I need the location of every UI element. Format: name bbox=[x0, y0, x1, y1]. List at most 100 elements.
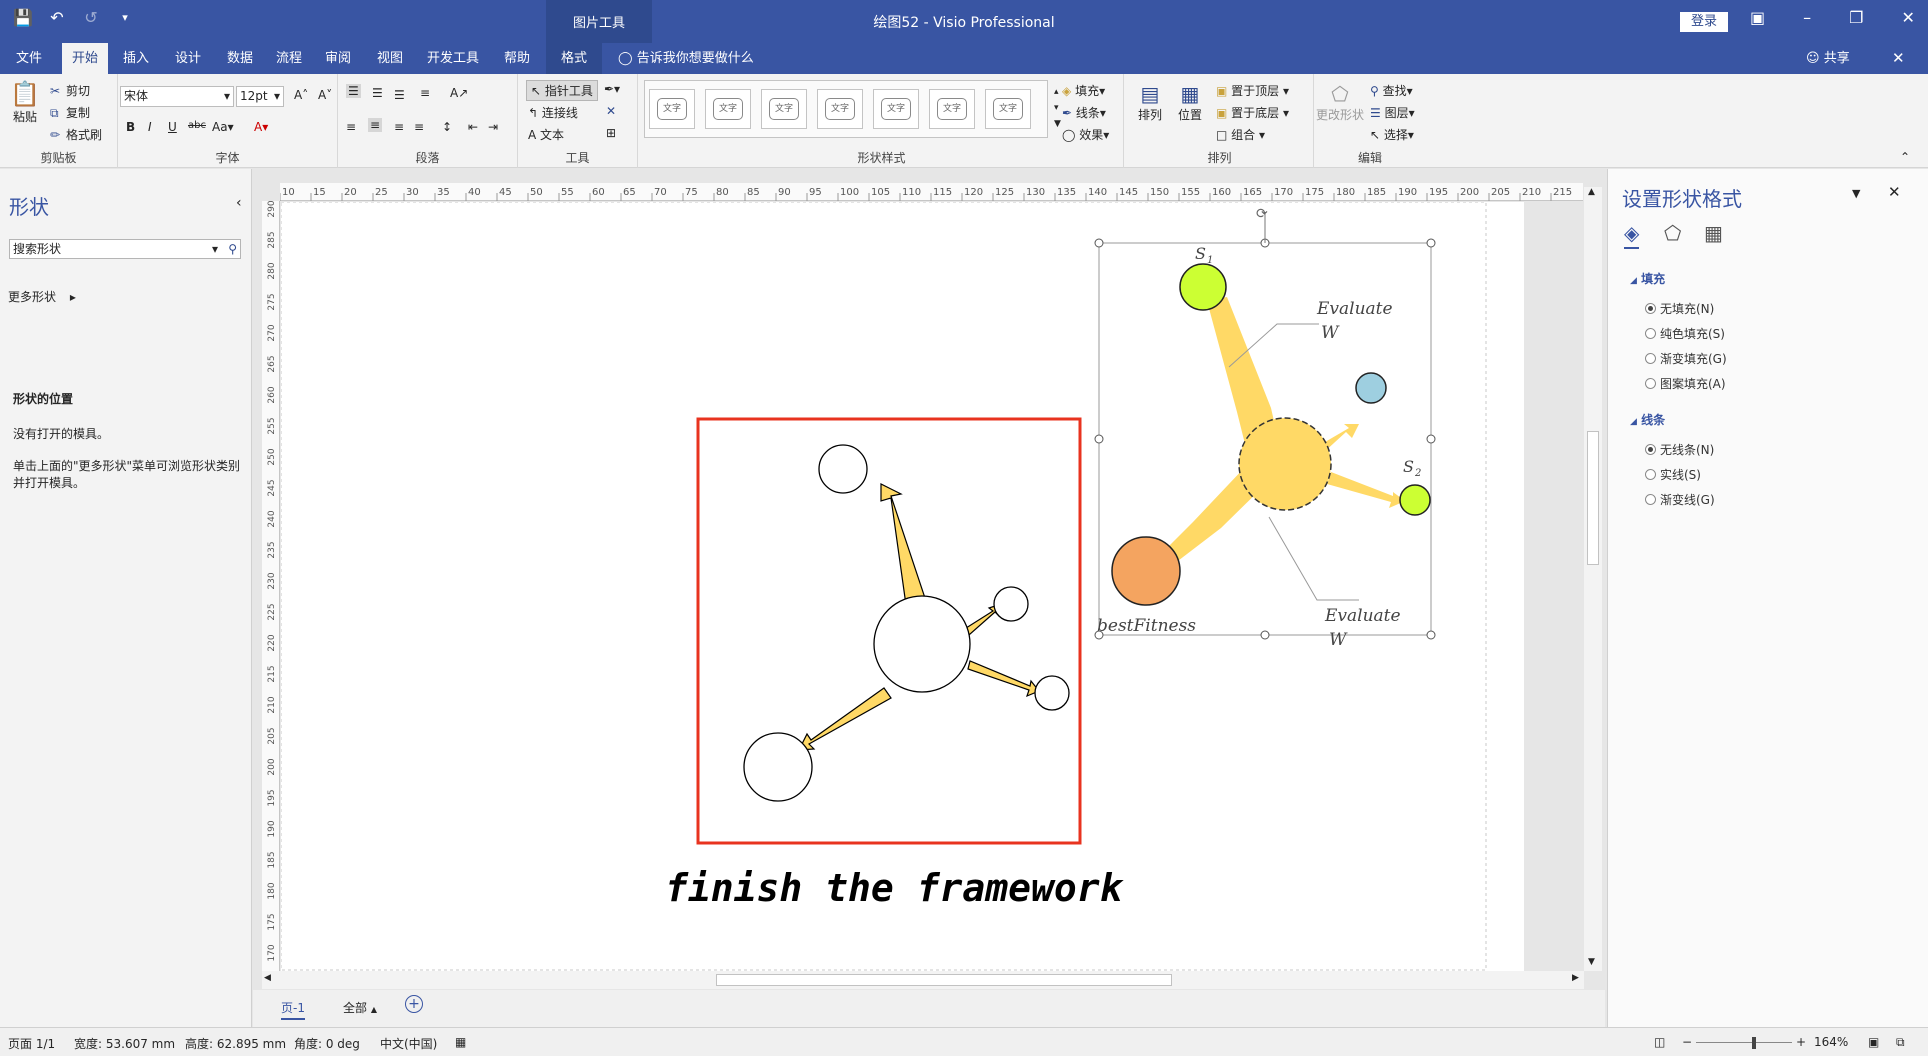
decrease-indent-icon[interactable]: ⇤ bbox=[468, 120, 478, 134]
effect-button[interactable]: ◯ 效果▾ bbox=[1062, 126, 1109, 143]
collapse-ribbon-icon[interactable]: ⌃ bbox=[1900, 150, 1910, 164]
format-painter-button[interactable]: ✏ 格式刷 bbox=[50, 126, 102, 143]
close-icon[interactable]: ✕ bbox=[1901, 8, 1914, 27]
line-button[interactable]: ✒ 线条▾ bbox=[1062, 104, 1106, 121]
radio-gradient-line[interactable]: 渐变线(G) bbox=[1645, 491, 1715, 508]
vertical-scrollbar[interactable]: ▲ ▼ bbox=[1584, 187, 1602, 971]
tab-view[interactable]: 视图 bbox=[366, 43, 414, 74]
page-tab-1[interactable]: 页-1 bbox=[281, 999, 305, 1020]
position-button[interactable]: ▦ 位置 bbox=[1172, 82, 1208, 123]
tab-format[interactable]: 格式 bbox=[546, 43, 602, 74]
pointer-tool-button[interactable]: ↖ 指针工具 bbox=[526, 80, 598, 101]
line-spacing-icon[interactable]: ↕ bbox=[442, 120, 452, 134]
cut-button[interactable]: ✂ 剪切 bbox=[50, 82, 90, 99]
align-middle-icon[interactable]: ☰ bbox=[372, 86, 383, 100]
zoom-level[interactable]: 164% bbox=[1814, 1035, 1848, 1049]
status-language[interactable]: 中文(中国) bbox=[380, 1035, 437, 1052]
radio-solid-fill[interactable]: 纯色填充(S) bbox=[1645, 325, 1725, 342]
size-properties-tab-icon[interactable]: ▦ bbox=[1704, 221, 1723, 245]
align-bottom-icon[interactable]: ☰ bbox=[394, 88, 405, 102]
text-direction-icon[interactable]: A↗ bbox=[450, 86, 468, 100]
close-pane-icon[interactable]: ✕ bbox=[1888, 183, 1901, 201]
resize-handle[interactable] bbox=[1426, 630, 1436, 640]
crop-icon[interactable]: ⊞ bbox=[606, 126, 616, 140]
tab-design[interactable]: 设计 bbox=[164, 43, 212, 74]
fit-page-icon[interactable]: ▣ bbox=[1868, 1035, 1879, 1049]
italic-icon[interactable]: I bbox=[148, 120, 152, 134]
find-button[interactable]: ⚲ 查找▾ bbox=[1370, 82, 1413, 99]
group-button[interactable]: □ 组合 ▾ bbox=[1216, 126, 1265, 143]
tab-insert[interactable]: 插入 bbox=[112, 43, 160, 74]
resize-handle[interactable] bbox=[1094, 434, 1104, 444]
style-swatch[interactable]: 文字 bbox=[985, 89, 1031, 129]
more-shapes-menu[interactable]: 更多形状 ▸ bbox=[8, 288, 76, 305]
send-to-back-button[interactable]: ▣ 置于底层 ▾ bbox=[1216, 104, 1289, 121]
paste-button[interactable]: 📋 粘贴 bbox=[10, 80, 40, 125]
caption-text[interactable]: finish the framework bbox=[665, 866, 1125, 910]
style-swatch[interactable]: 文字 bbox=[929, 89, 975, 129]
drawing-page[interactable]: finish the framework Evaluate W Evaluate… bbox=[281, 202, 1524, 973]
effects-tab-icon[interactable]: ⬠ bbox=[1664, 221, 1681, 245]
change-shape-button[interactable]: ⬠ 更改形状 bbox=[1314, 82, 1366, 123]
tab-developer[interactable]: 开发工具 bbox=[418, 43, 488, 74]
tab-process[interactable]: 流程 bbox=[268, 43, 310, 74]
radio-no-fill[interactable]: 无填充(N) bbox=[1645, 300, 1714, 317]
arrange-button[interactable]: ▤ 排列 bbox=[1132, 82, 1168, 123]
collapse-pane-icon[interactable]: ‹ bbox=[236, 195, 242, 211]
minimize-icon[interactable]: – bbox=[1803, 8, 1811, 27]
fill-section-header[interactable]: ◢ 填充 bbox=[1630, 270, 1665, 287]
radio-solid-line[interactable]: 实线(S) bbox=[1645, 466, 1701, 483]
scroll-right-icon[interactable]: ▶ bbox=[1572, 973, 1579, 983]
horizontal-scrollbar[interactable]: ◀ ▶ bbox=[262, 971, 1584, 989]
resize-handle[interactable] bbox=[1094, 630, 1104, 640]
grow-font-icon[interactable]: A˄ bbox=[294, 88, 308, 102]
zoom-slider-track[interactable] bbox=[1696, 1042, 1792, 1043]
justify-icon[interactable]: ≡ bbox=[414, 120, 424, 134]
ribbon-display-icon[interactable]: ▣ bbox=[1750, 8, 1765, 27]
style-swatch[interactable]: 文字 bbox=[817, 89, 863, 129]
resize-handle[interactable] bbox=[1426, 238, 1436, 248]
font-size-select[interactable]: 12pt ▾ bbox=[236, 86, 284, 107]
bullets-icon[interactable]: ≡ bbox=[420, 86, 430, 100]
connector-button[interactable]: ↰ 连接线 bbox=[528, 104, 578, 121]
shrink-font-icon[interactable]: A˅ bbox=[318, 88, 332, 102]
tab-help[interactable]: 帮助 bbox=[492, 43, 542, 74]
reference-picture[interactable]: Evaluate W Evaluate W S 1 S 2 bestFitnes… bbox=[1094, 206, 1436, 650]
select-button[interactable]: ↖ 选择▾ bbox=[1370, 126, 1414, 143]
zoom-out-icon[interactable]: − bbox=[1682, 1035, 1692, 1049]
add-page-icon[interactable]: + bbox=[405, 995, 423, 1013]
tab-home[interactable]: 开始 bbox=[62, 43, 108, 74]
align-right-icon[interactable]: ≡ bbox=[394, 120, 404, 134]
login-button[interactable]: 登录 bbox=[1680, 12, 1728, 32]
font-name-select[interactable]: 宋体 ▾ bbox=[120, 86, 234, 107]
font-color-icon[interactable]: A▾ bbox=[254, 120, 268, 134]
gallery-scroll-icon[interactable]: ▴ ▾ ▼ bbox=[1054, 84, 1061, 132]
increase-indent-icon[interactable]: ⇥ bbox=[488, 120, 498, 134]
fill-line-tab-icon[interactable]: ◈ bbox=[1624, 221, 1640, 249]
radio-no-line[interactable]: 无线条(N) bbox=[1645, 441, 1714, 458]
bring-to-front-button[interactable]: ▣ 置于顶层 ▾ bbox=[1216, 82, 1289, 99]
all-pages-button[interactable]: 全部 ▲ bbox=[343, 999, 377, 1016]
align-left-icon[interactable]: ≡ bbox=[346, 120, 356, 134]
scroll-down-icon[interactable]: ▼ bbox=[1588, 957, 1595, 967]
horizontal-scroll-thumb[interactable] bbox=[716, 974, 1172, 986]
framework-sketch[interactable] bbox=[696, 417, 1082, 845]
shape-search-input[interactable]: 搜索形状 ▾ ⚲ bbox=[9, 239, 241, 259]
resize-handle[interactable] bbox=[1426, 434, 1436, 444]
close-ribbon-icon[interactable]: ✕ bbox=[1892, 49, 1905, 67]
layers-button[interactable]: ☰ 图层▾ bbox=[1370, 104, 1415, 121]
switch-windows-icon[interactable]: ⧉ bbox=[1896, 1035, 1905, 1050]
underline-icon[interactable]: U bbox=[168, 120, 177, 134]
copy-button[interactable]: ⧉ 复制 bbox=[50, 104, 90, 121]
status-page[interactable]: 页面 1/1 bbox=[8, 1035, 55, 1052]
tab-data[interactable]: 数据 bbox=[216, 43, 264, 74]
fill-button[interactable]: ◈ 填充▾ bbox=[1062, 82, 1105, 99]
align-top-icon[interactable]: ☰ bbox=[346, 84, 361, 98]
change-case-icon[interactable]: Aa▾ bbox=[212, 120, 234, 134]
zoom-slider-thumb[interactable] bbox=[1752, 1037, 1756, 1049]
share-button[interactable]: ☺ 共享 bbox=[1806, 43, 1850, 74]
style-swatch[interactable]: 文字 bbox=[705, 89, 751, 129]
resize-handle[interactable] bbox=[1094, 238, 1104, 248]
align-center-icon[interactable]: ≡ bbox=[368, 118, 383, 132]
vertical-scroll-thumb[interactable] bbox=[1587, 431, 1599, 565]
